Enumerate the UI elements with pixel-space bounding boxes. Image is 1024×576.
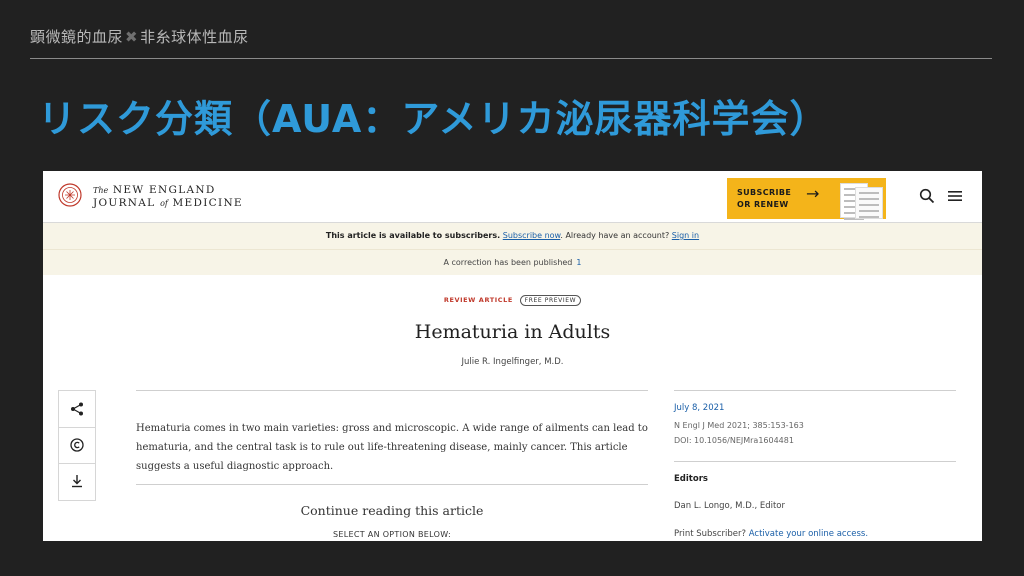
share-icon [71,402,83,416]
nejm-screenshot: The NEW ENGLAND JOURNAL of MEDICINE SUBS… [43,171,982,541]
subscriber-notice: This article is available to subscribers… [43,223,982,250]
already-account-text: Already have an account? [565,231,670,240]
logo-of: of [160,199,168,208]
citation-block: N Engl J Med 2021; 385:153-163 DOI: 10.1… [674,418,804,448]
print-subscriber: Print Subscriber? Activate your online a… [674,529,868,539]
subscribe-label: SUBSCRIBE OR RENEW [737,188,792,209]
continue-reading-heading: Continue reading this article [300,503,484,518]
nejm-logo[interactable]: The NEW ENGLAND JOURNAL of MEDICINE [93,184,243,210]
breadcrumb-part-a: 顕微鏡的血尿 [30,28,124,46]
editors-heading: Editors [674,474,708,484]
activate-access-link[interactable]: Activate your online access. [749,529,868,539]
divider [674,390,956,391]
citation: N Engl J Med 2021; 385:153-163 [674,421,804,430]
logo-the: The [93,186,109,195]
doi: DOI: 10.1056/NEJMra1604481 [674,436,794,445]
breadcrumb: 顕微鏡的血尿 ✖ 非糸球体性血尿 [30,26,249,47]
article-kicker: REVIEW ARTICLE FREE PREVIEW [43,295,982,306]
divider [136,484,648,485]
slide-title: リスク分類（AUA：アメリカ泌尿器科学会） [38,97,829,141]
breadcrumb-part-b: 非糸球体性血尿 [140,28,249,46]
permissions-button[interactable] [59,427,95,464]
divider [674,461,956,462]
free-preview-badge: FREE PREVIEW [519,295,582,306]
subscriber-notice-text: This article is available to subscribers… [325,231,501,240]
menu-icon[interactable] [948,190,962,202]
correction-notice: A correction has been published 1 [43,250,982,275]
download-button[interactable] [59,463,95,499]
magazine-cover-image-2 [855,187,883,219]
article-abstract: Hematuria comes in two main varieties: g… [136,423,648,472]
search-icon[interactable] [919,188,935,204]
copyright-icon [70,438,84,452]
logo-journal: JOURNAL [93,197,156,209]
logo-new-england: NEW ENGLAND [112,184,216,196]
breadcrumb-separator-icon: ✖ [125,28,139,46]
editor-name: Dan L. Longo, M.D., Editor [674,501,785,511]
correction-text: A correction has been published [443,258,573,267]
print-subscriber-text: Print Subscriber? [674,529,747,539]
subscribe-now-link[interactable]: Subscribe now [503,231,561,240]
seal-icon[interactable] [58,183,82,207]
sign-in-link[interactable]: Sign in [672,231,699,240]
publication-date[interactable]: July 8, 2021 [674,403,724,413]
arrow-right-icon: → [806,184,820,203]
divider [136,390,648,391]
article-type-label[interactable]: REVIEW ARTICLE [444,296,513,304]
select-option-label: SELECT AN OPTION BELOW: [333,530,451,539]
header-divider [30,58,992,59]
article-tools [58,390,96,501]
correction-count-link[interactable]: 1 [576,258,581,267]
nejm-header: The NEW ENGLAND JOURNAL of MEDICINE SUBS… [43,171,982,223]
article-title: Hematuria in Adults [414,321,611,343]
download-icon [72,475,82,488]
share-button[interactable] [59,391,95,428]
article-author[interactable]: Julie R. Ingelfinger, M.D. [43,357,982,367]
logo-medicine: MEDICINE [172,197,243,209]
subscribe-banner[interactable]: SUBSCRIBE OR RENEW → [727,178,886,220]
